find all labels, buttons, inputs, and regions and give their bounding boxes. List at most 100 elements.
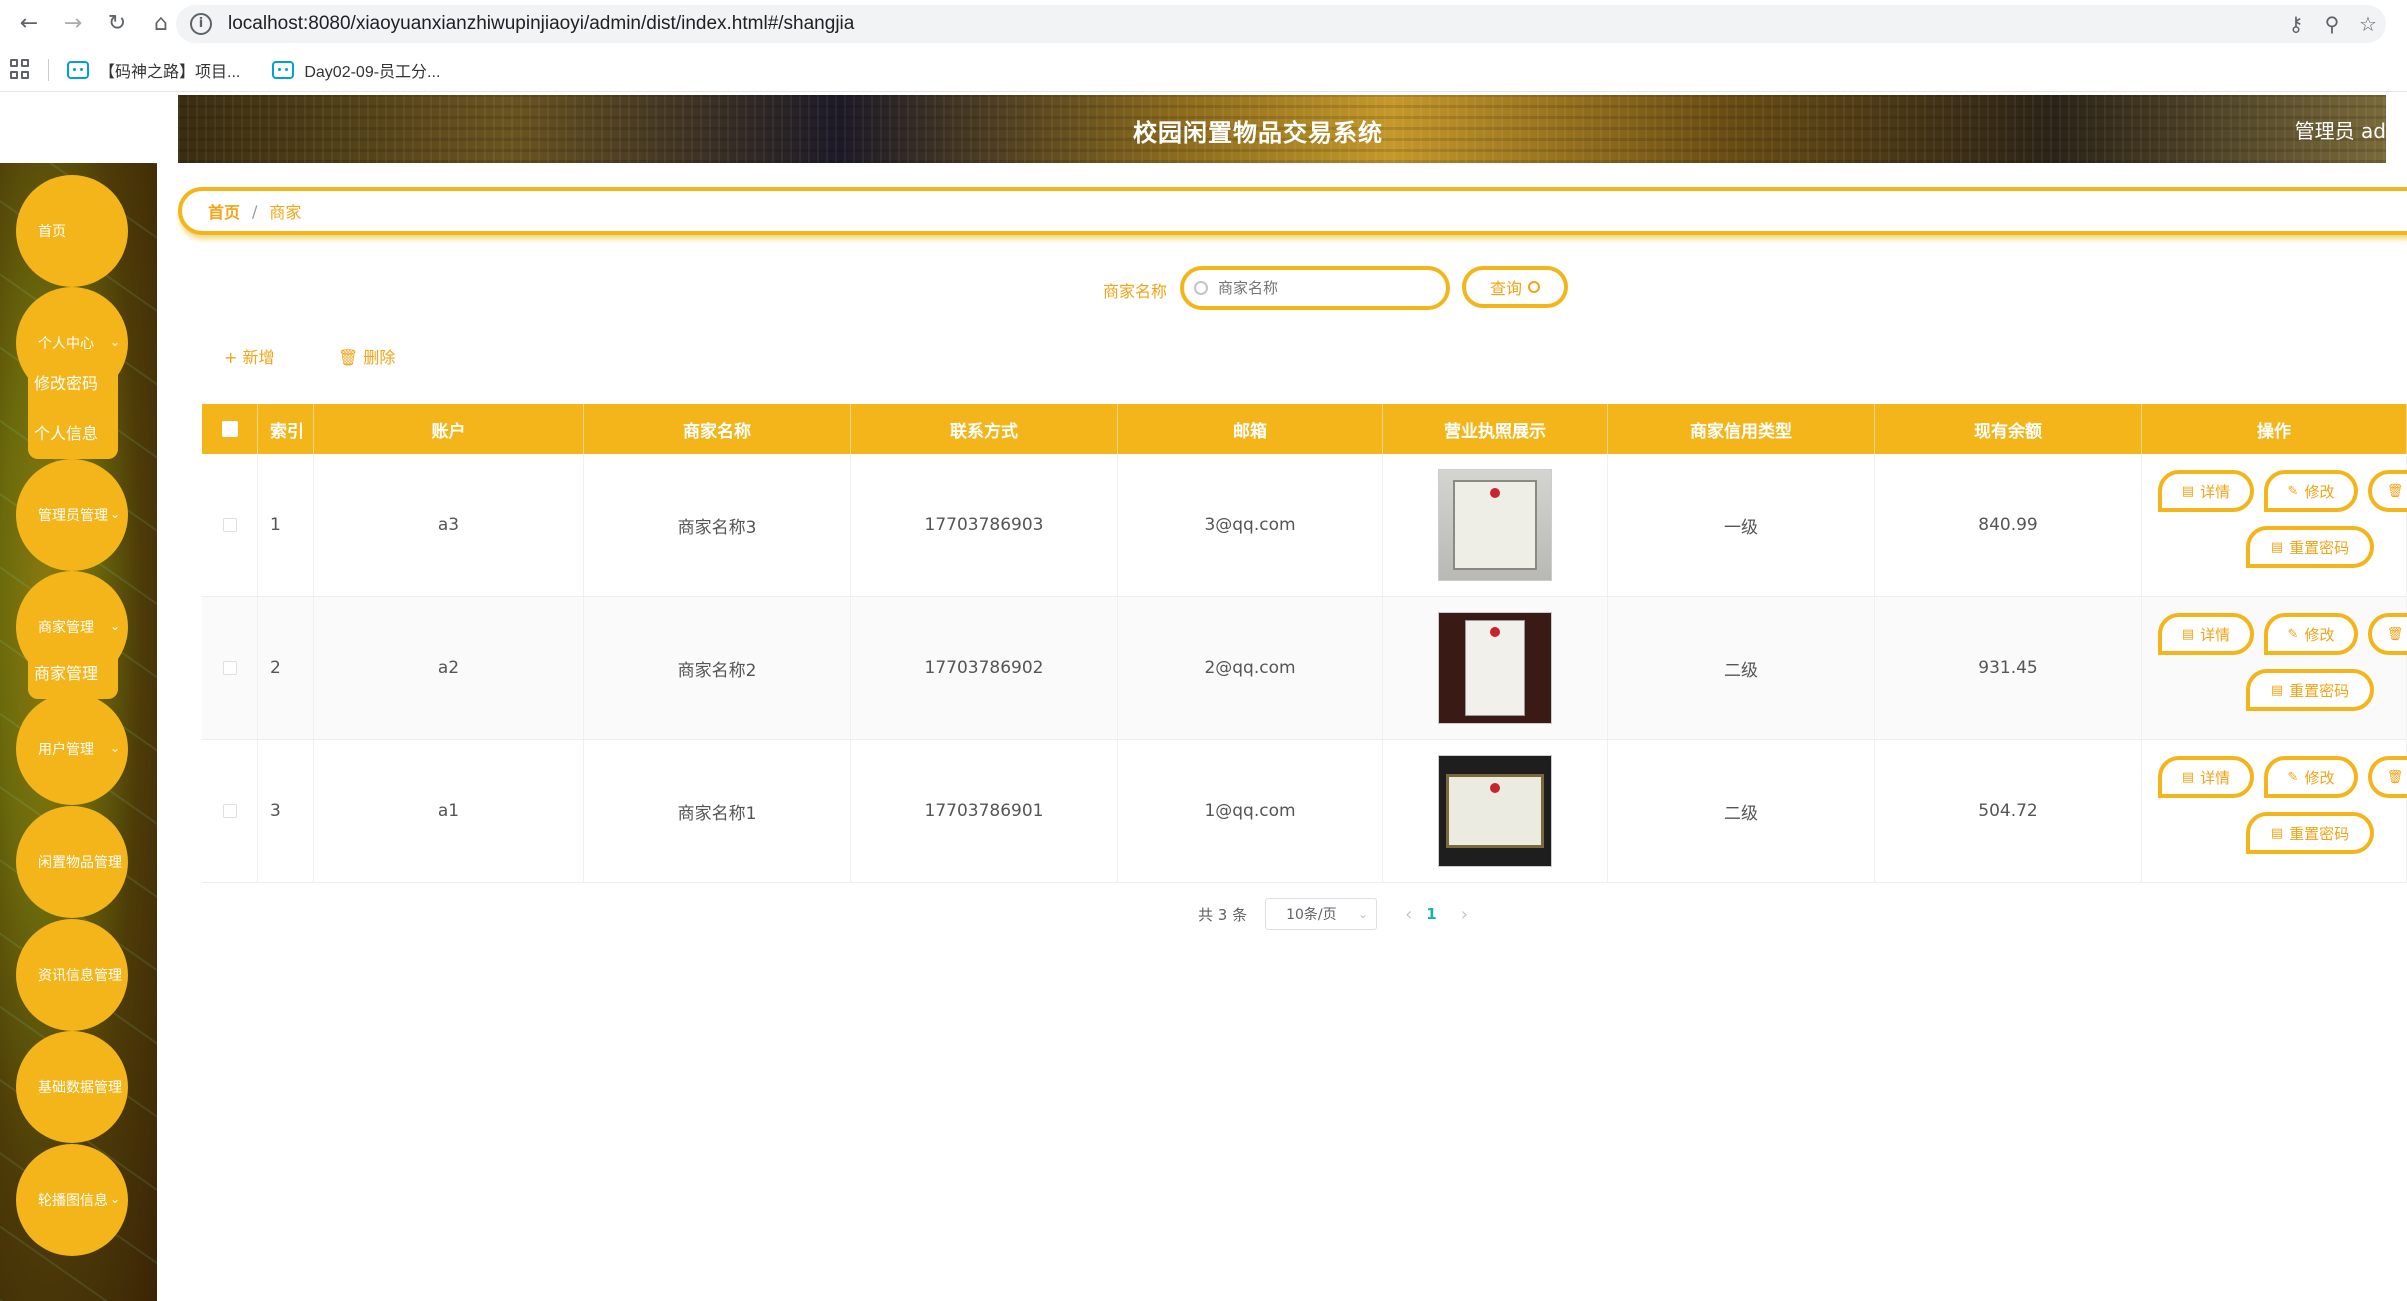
chevron-down-icon: ⌄ (1358, 907, 1369, 921)
document-icon: ▤ (2270, 825, 2284, 841)
cell-credit-type: 二级 (1608, 740, 1875, 882)
license-image[interactable] (1438, 469, 1552, 581)
chevron-down-icon: ⌄ (109, 741, 120, 755)
cell-operations: ▤ 详情 ✎ 修改 🗑 ▤ 重置密码 (2142, 454, 2407, 596)
detail-label: 详情 (2200, 768, 2231, 787)
add-label: 新增 (242, 348, 275, 367)
reset-password-button[interactable]: ▤ 重置密码 (2246, 669, 2374, 711)
current-user[interactable]: 管理员 ad (2295, 115, 2386, 144)
pagination-total: 共 3 条 (1198, 905, 1248, 924)
star-icon[interactable]: ☆ (2350, 12, 2386, 36)
forward-icon[interactable]: → (58, 9, 88, 39)
search-label: 商家名称 (1103, 282, 1168, 301)
cell-account: a3 (314, 454, 584, 596)
sidebar-item-label: 首页 (38, 224, 66, 240)
zoom-icon[interactable]: ⚲ (2314, 12, 2350, 36)
submenu-item-personal-info[interactable]: 个人信息 (34, 409, 112, 459)
edit-icon: ✎ (2287, 769, 2299, 785)
cell-merchant-name: 商家名称3 (584, 454, 851, 596)
delete-button[interactable]: 🗑 (2368, 613, 2407, 655)
search-button[interactable]: 查询 (1462, 266, 1568, 308)
reset-password-button[interactable]: ▤ 重置密码 (2246, 812, 2374, 854)
cell-email: 3@qq.com (1118, 454, 1383, 596)
info-icon[interactable]: i (190, 13, 212, 35)
trash-icon: 🗑 (2386, 483, 2404, 499)
breadcrumb-separator: / (252, 201, 258, 221)
cell-phone: 17703786902 (851, 597, 1118, 739)
sidebar-item-label: 闲置物品管理 (38, 855, 122, 871)
sidebar-item-label: 基础数据管理 (38, 1080, 122, 1096)
back-icon[interactable]: ← (14, 9, 44, 39)
sidebar-item-admin[interactable]: 管理员管理 ⌄ (16, 459, 128, 571)
delete-button[interactable]: 🗑 (2368, 470, 2407, 512)
trash-icon: 🗑 (2386, 626, 2404, 642)
submenu-item-change-password[interactable]: 修改密码 (34, 359, 112, 409)
next-page-icon[interactable]: › (1461, 904, 1468, 925)
breadcrumb-home[interactable]: 首页 (208, 199, 240, 223)
bookmark-bar: 【码神之路】项目... Day02-09-员工分... (0, 48, 2407, 92)
detail-label: 详情 (2200, 625, 2231, 644)
add-button[interactable]: + 新增 (224, 344, 275, 368)
delete-button[interactable]: 🗑 (2368, 756, 2407, 798)
bookmark-item[interactable]: Day02-09-员工分... (272, 58, 440, 82)
chevron-down-icon: ⌄ (109, 335, 120, 349)
row-checkbox[interactable] (202, 597, 258, 739)
sidebar-item-label: 用户管理 (38, 742, 94, 758)
submenu-item-merchant-manage[interactable]: 商家管理 (34, 649, 112, 699)
cell-balance: 931.45 (1875, 597, 2142, 739)
detail-label: 详情 (2200, 482, 2231, 501)
address-bar[interactable]: i localhost:8080/xiaoyuanxianzhiwupinjia… (176, 5, 2386, 43)
edit-button[interactable]: ✎ 修改 (2264, 470, 2358, 512)
edit-label: 修改 (2304, 768, 2335, 787)
detail-button[interactable]: ▤ 详情 (2158, 756, 2254, 798)
bookmark-item[interactable]: 【码神之路】项目... (67, 58, 240, 82)
sidebar-item-idle-goods[interactable]: 闲置物品管理 (16, 806, 128, 918)
cell-balance: 840.99 (1875, 454, 2142, 596)
row-checkbox[interactable] (202, 454, 258, 596)
page-size-select[interactable]: 10条/页 ⌄ (1265, 898, 1378, 930)
address-url[interactable]: localhost:8080/xiaoyuanxianzhiwupinjiaoy… (228, 13, 854, 35)
prev-page-icon[interactable]: ‹ (1405, 904, 1412, 925)
sidebar-item-users[interactable]: 用户管理 ⌄ (16, 693, 128, 805)
edit-icon: ✎ (2287, 483, 2299, 499)
select-all-checkbox[interactable] (202, 404, 258, 454)
document-icon: ▤ (2270, 539, 2284, 555)
table-row: 1 a3 商家名称3 17703786903 3@qq.com 一级 840.9… (202, 454, 2407, 597)
license-image[interactable] (1438, 612, 1552, 724)
batch-delete-button[interactable]: 🗑 删除 (338, 344, 395, 368)
edit-button[interactable]: ✎ 修改 (2264, 756, 2358, 798)
sidebar-item-home[interactable]: 首页 (16, 175, 128, 287)
column-header: 联系方式 (851, 404, 1118, 454)
sidebar-item-carousel[interactable]: 轮播图信息 ⌄ (16, 1144, 128, 1256)
edit-label: 修改 (2304, 482, 2335, 501)
cell-operations: ▤ 详情 ✎ 修改 🗑 ▤ 重置密码 (2142, 740, 2407, 882)
cell-credit-type: 一级 (1608, 454, 1875, 596)
detail-button[interactable]: ▤ 详情 (2158, 613, 2254, 655)
home-icon[interactable]: ⌂ (146, 9, 176, 39)
row-checkbox[interactable] (202, 740, 258, 882)
edit-button[interactable]: ✎ 修改 (2264, 613, 2358, 655)
cell-index: 3 (258, 740, 314, 882)
page-number-current[interactable]: 1 (1426, 905, 1436, 923)
detail-button[interactable]: ▤ 详情 (2158, 470, 2254, 512)
document-icon: ▤ (2181, 626, 2195, 642)
sidebar-item-base-data[interactable]: 基础数据管理 (16, 1031, 128, 1143)
reset-password-button[interactable]: ▤ 重置密码 (2246, 526, 2374, 568)
table-row: 3 a1 商家名称1 17703786901 1@qq.com 二级 504.7… (202, 740, 2407, 883)
sidebar-item-label: 轮播图信息 (38, 1193, 108, 1209)
search-field[interactable] (1180, 266, 1450, 310)
column-header: 账户 (314, 404, 584, 454)
cell-phone: 17703786901 (851, 740, 1118, 882)
column-header: 操作 (2142, 404, 2407, 454)
submenu-profile: 修改密码 个人信息 (28, 359, 118, 459)
apps-grid-icon[interactable] (10, 58, 32, 81)
column-header: 邮箱 (1118, 404, 1383, 454)
key-icon[interactable]: ⚷ (2278, 12, 2314, 36)
bookmark-label: 【码神之路】项目... (99, 63, 241, 81)
search-input[interactable] (1218, 279, 1418, 297)
cell-account: a2 (314, 597, 584, 739)
reload-icon[interactable]: ↻ (102, 9, 132, 39)
sidebar-item-news[interactable]: 资讯信息管理 (16, 919, 128, 1031)
cell-license (1383, 454, 1608, 596)
license-image[interactable] (1438, 755, 1552, 867)
